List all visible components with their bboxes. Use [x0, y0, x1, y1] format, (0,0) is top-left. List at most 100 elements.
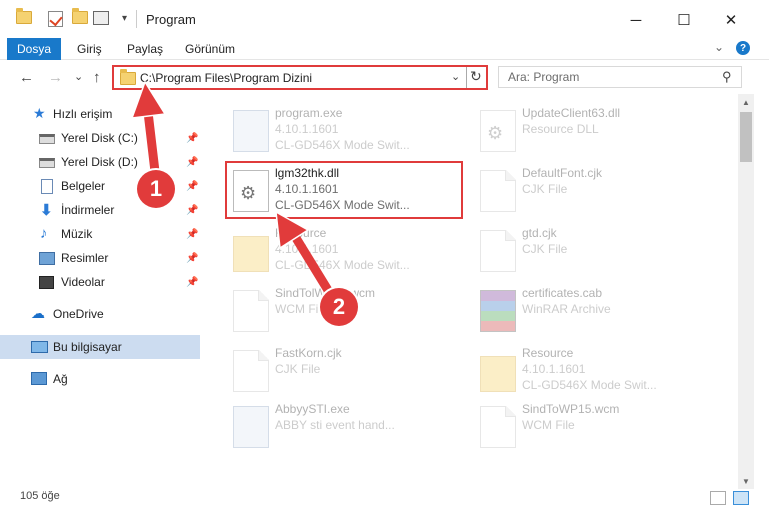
up-button[interactable]: ↑ — [93, 69, 101, 86]
sidebar-item-label: Ağ — [53, 372, 68, 386]
navigation-pane: ★ Hızlı erişim Yerel Disk (C:) 📌 Yerel D… — [0, 94, 205, 489]
network-icon — [31, 372, 47, 385]
file-name: Resource — [522, 346, 574, 360]
sidebar-item-videos[interactable]: Videolar 📌 — [0, 270, 200, 294]
file-type: CJK File — [522, 182, 568, 196]
scroll-down-arrow-icon[interactable]: ▼ — [738, 473, 754, 489]
drive-icon — [39, 158, 55, 168]
file-description: ABBY sti event hand... — [275, 418, 395, 432]
file-item[interactable]: FastKorn.cjk CJK File — [225, 344, 465, 404]
file-description: CL-GD546X Mode Swit... — [522, 378, 657, 392]
folder-icon — [233, 236, 269, 272]
file-version: 4.10.1.1601 — [522, 362, 586, 376]
file-item[interactable]: SindToWP15.wcm WCM File — [472, 400, 712, 460]
expand-ribbon-chevron-icon[interactable]: ⌄ — [714, 40, 724, 54]
forward-button[interactable]: → — [48, 69, 63, 86]
pin-icon[interactable]: 📌 — [186, 133, 198, 144]
scrollbar-thumb[interactable] — [740, 112, 752, 162]
sidebar-item-label: Videolar — [61, 275, 105, 289]
sidebar-item-label: Bu bilgisayar — [53, 340, 122, 354]
highlight-box — [225, 161, 463, 219]
search-input[interactable]: Ara: Program ⚲ — [498, 66, 742, 88]
search-placeholder: Ara: Program — [508, 70, 580, 84]
file-icon — [480, 170, 516, 212]
folder-icon[interactable] — [16, 8, 32, 24]
file-item[interactable]: AbbyySTI.exe ABBY sti event hand... — [225, 400, 465, 460]
quick-access-dropdown-icon[interactable]: ▾ — [122, 13, 127, 24]
search-icon[interactable]: ⚲ — [722, 69, 732, 85]
sidebar-item-music[interactable]: ♪ Müzik 📌 — [0, 222, 200, 246]
sidebar-item-label: Müzik — [61, 227, 93, 241]
back-button[interactable]: ← — [19, 69, 34, 86]
file-item[interactable]: gtd.cjk CJK File — [472, 224, 712, 284]
help-icon[interactable]: ? — [736, 41, 750, 55]
address-dropdown-icon[interactable]: ⌄ — [451, 70, 460, 83]
file-name: DefaultFont.cjk — [522, 166, 603, 180]
new-folder-icon[interactable] — [72, 8, 88, 24]
tab-file[interactable]: Dosya — [7, 38, 61, 60]
file-name: Resource — [275, 226, 327, 240]
file-item[interactable]: program.exe 4.10.1.1601 CL-GD546X Mode S… — [225, 104, 465, 164]
pin-icon[interactable]: 📌 — [186, 253, 198, 264]
large-icons-view-icon[interactable] — [733, 491, 749, 505]
address-path[interactable]: C:\Program Files\Program Dizini — [140, 71, 312, 85]
close-button[interactable]: ✕ — [708, 5, 754, 35]
sidebar-item-network[interactable]: Ağ — [0, 367, 200, 391]
sidebar-item-label: Yerel Disk (D:) — [61, 155, 138, 169]
address-bar[interactable]: C:\Program Files\Program Dizini ⌄ ↻ — [112, 65, 488, 90]
sidebar-item-label: Hızlı erişim — [53, 107, 113, 121]
file-list: program.exe 4.10.1.1601 CL-GD546X Mode S… — [205, 94, 738, 489]
file-item[interactable]: ⚙ UpdateClient63.dll Resource DLL — [472, 104, 712, 164]
sidebar-item-onedrive[interactable]: ☁ OneDrive — [0, 302, 200, 326]
archive-icon — [480, 290, 516, 332]
pin-icon[interactable]: 📌 — [186, 157, 198, 168]
tab-home[interactable]: Giriş — [77, 42, 102, 56]
file-item[interactable]: DefaultFont.cjk CJK File — [472, 164, 712, 224]
tab-share[interactable]: Paylaş — [127, 42, 163, 56]
file-version: 4.10.1.1601 — [275, 242, 339, 256]
file-description: CL-GD546X Mode Swit... — [275, 138, 410, 152]
scroll-up-arrow-icon[interactable]: ▲ — [738, 94, 754, 110]
sidebar-item-local-disk-c[interactable]: Yerel Disk (C:) 📌 — [0, 126, 200, 150]
file-name: certificates.cab — [522, 286, 603, 300]
minimize-button[interactable]: ─ — [613, 5, 659, 35]
details-view-icon[interactable] — [710, 491, 726, 505]
gear-file-icon: ⚙ — [480, 110, 516, 152]
pin-icon[interactable]: 📌 — [186, 229, 198, 240]
sidebar-item-this-pc[interactable]: Bu bilgisayar — [0, 335, 200, 359]
tab-view[interactable]: Görünüm — [185, 42, 235, 56]
customize-icon[interactable] — [93, 11, 109, 25]
folder-icon — [480, 356, 516, 392]
refresh-icon[interactable]: ↻ — [470, 68, 482, 85]
status-bar: 105 öğe — [0, 489, 769, 527]
sidebar-item-label: İndirmeler — [61, 203, 115, 217]
pin-icon[interactable]: 📌 — [186, 181, 198, 192]
file-item[interactable]: Resource 4.10.1.1601 CL-GD546X Mode Swit… — [225, 224, 465, 284]
file-description: CL-GD546X Mode Swit... — [275, 258, 410, 272]
file-type: WinRAR Archive — [522, 302, 611, 316]
maximize-button[interactable]: ☐ — [661, 5, 707, 35]
sidebar-item-label: Yerel Disk (C:) — [61, 131, 138, 145]
pin-icon[interactable]: 📌 — [186, 205, 198, 216]
address-folder-icon — [120, 69, 136, 85]
star-icon: ★ — [33, 105, 46, 121]
pictures-icon — [39, 252, 55, 265]
navigation-bar: ← → ⌄ ↑ C:\Program Files\Program Dizini … — [0, 60, 769, 94]
file-icon — [233, 350, 269, 392]
step-badge-1: 1 — [137, 170, 175, 208]
file-icon — [233, 290, 269, 332]
recent-locations-button[interactable]: ⌄ — [74, 70, 83, 83]
pin-icon[interactable]: 📌 — [186, 277, 198, 288]
properties-check-icon[interactable] — [48, 11, 63, 27]
sidebar-item-quick-access[interactable]: ★ Hızlı erişim — [0, 102, 200, 126]
file-item[interactable]: Resource 4.10.1.1601 CL-GD546X Mode Swit… — [472, 344, 712, 404]
sidebar-item-local-disk-d[interactable]: Yerel Disk (D:) 📌 — [0, 150, 200, 174]
download-icon: ⬇ — [40, 202, 53, 219]
vertical-scrollbar[interactable]: ▲ ▼ — [738, 94, 754, 489]
sidebar-item-pictures[interactable]: Resimler 📌 — [0, 246, 200, 270]
app-icon — [233, 406, 269, 448]
file-item[interactable]: certificates.cab WinRAR Archive — [472, 284, 712, 344]
sidebar-item-label: OneDrive — [53, 307, 104, 321]
sidebar-item-label: Resimler — [61, 251, 109, 265]
app-icon — [233, 110, 269, 152]
